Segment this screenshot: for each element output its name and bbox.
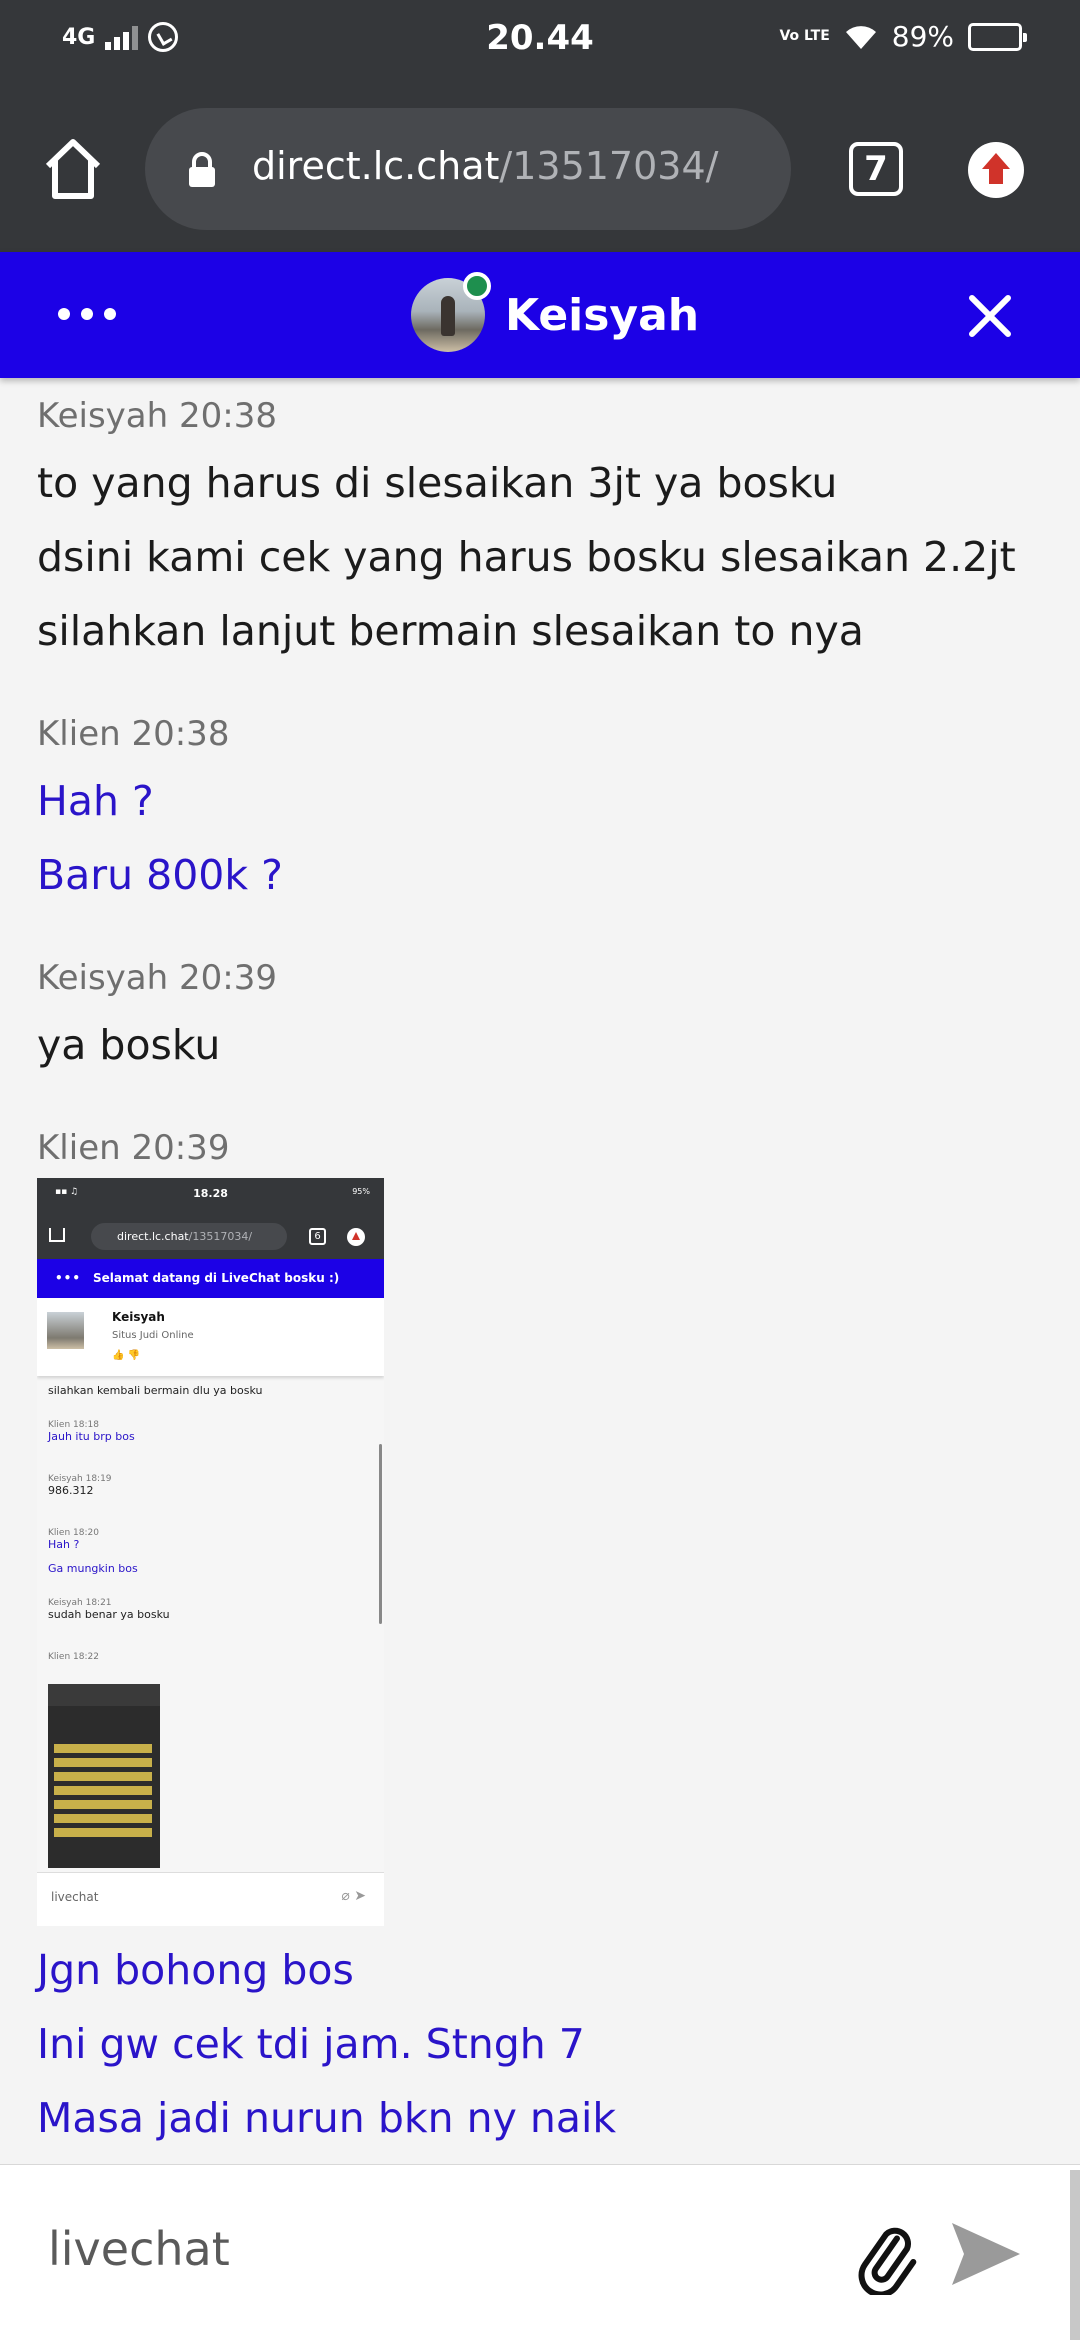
- attachment-tab-count: 6: [309, 1228, 326, 1245]
- message-input[interactable]: livechat: [48, 2209, 828, 2289]
- address-bar[interactable]: direct.lc.chat/13517034/: [145, 108, 791, 230]
- image-attachment[interactable]: ▪▪ ♫ 18.28 95% direct.lc.chat/13517034/ …: [37, 1178, 384, 1926]
- message-composer: livechat: [0, 2164, 1080, 2340]
- attachment-row: Klien 18:20 Hah ?: [48, 1528, 99, 1551]
- message-meta: Klien 20:38: [37, 714, 230, 754]
- attachment-message-list: silahkan kembali bermain dlu ya bosku Kl…: [37, 1376, 384, 1868]
- attachment-agent-subtitle: Situs Judi Online: [112, 1330, 194, 1341]
- message-text: to yang harus di slesaikan 3jt ya bosku: [37, 459, 838, 507]
- chat-header: Keisyah: [0, 252, 1080, 378]
- attachment-row-text: silahkan kembali bermain dlu ya bosku: [48, 1384, 263, 1397]
- attachment-nested-image: [48, 1684, 160, 1868]
- message-list: Keisyah 20:38 to yang harus di slesaikan…: [0, 378, 1080, 2164]
- volte-icon: Vo LTE: [779, 28, 830, 44]
- message-text: Hah ?: [37, 777, 154, 825]
- attachment-chat-header: Selamat datang di LiveChat bosku :): [37, 1259, 384, 1298]
- url-path: /13517034/: [499, 144, 719, 188]
- attachment-scrollbar: [379, 1444, 382, 1624]
- attachment-browser-bar: direct.lc.chat/13517034/ 6: [37, 1212, 384, 1259]
- attachment-input-bar: livechat ⌀ ➤: [37, 1872, 384, 1926]
- message-text: dsini kami cek yang harus bosku slesaika…: [37, 533, 1016, 581]
- scrollbar[interactable]: [1070, 2170, 1080, 2340]
- attachment-row-text: 986.312: [48, 1484, 94, 1497]
- url-domain: direct.lc.chat: [252, 144, 500, 188]
- message-group: Klien 20:39: [37, 1118, 229, 1178]
- message-text: silahkan lanjut bermain slesaikan to nya: [37, 607, 864, 655]
- message-meta: Keisyah 20:39: [37, 958, 277, 998]
- attachment-row-text: Hah ?: [48, 1538, 80, 1551]
- agent-name: Keisyah: [505, 289, 700, 341]
- update-icon[interactable]: [968, 142, 1024, 198]
- attachment-url-path: /13517034/: [188, 1230, 253, 1243]
- wifi-icon: [844, 23, 878, 51]
- attachment-row-meta: Klien 18:20: [48, 1528, 99, 1538]
- lock-icon: [187, 152, 217, 188]
- attachment-row: Keisyah 18:21 sudah benar ya bosku: [48, 1598, 170, 1621]
- message-group: Jgn bohong bos Ini gw cek tdi jam. Stngh…: [37, 1933, 616, 2155]
- attachment-row: Ga mungkin bos: [48, 1562, 138, 1575]
- attachment-row-meta: Keisyah 18:21: [48, 1598, 112, 1608]
- tab-switcher-button[interactable]: 7: [849, 142, 903, 196]
- battery-icon: [968, 22, 1027, 51]
- attachment-row-meta: Klien 18:18: [48, 1420, 99, 1430]
- attachment-row-text: Jauh itu brp bos: [48, 1430, 135, 1443]
- attachment-url: direct.lc.chat/13517034/: [91, 1223, 287, 1250]
- browser-toolbar: direct.lc.chat/13517034/ 7: [0, 86, 1080, 252]
- attachment-time: 18.28: [193, 1187, 228, 1200]
- url-text: direct.lc.chat/13517034/: [252, 144, 718, 188]
- attachment-row-meta: Keisyah 18:19: [48, 1474, 112, 1484]
- message-text: Jgn bohong bos: [37, 1946, 354, 1994]
- avatar: [411, 272, 491, 352]
- online-indicator: [463, 272, 491, 300]
- attachment-input-placeholder: livechat: [51, 1890, 99, 1904]
- agent-info: Keisyah: [411, 272, 700, 352]
- attachment-row: Klien 18:18 Jauh itu brp bos: [48, 1420, 135, 1443]
- attachment-icon[interactable]: [846, 2219, 922, 2298]
- message-meta: Keisyah 20:38: [37, 396, 277, 436]
- attachment-avatar: [47, 1312, 84, 1349]
- home-icon[interactable]: [38, 134, 108, 204]
- attachment-agent-name: Keisyah: [112, 1310, 165, 1324]
- message-text: Ini gw cek tdi jam. Stngh 7: [37, 2020, 585, 2068]
- more-menu-icon[interactable]: [58, 308, 116, 320]
- attachment-row: Klien 18:22: [48, 1652, 99, 1662]
- attachment-agent-card: Keisyah Situs Judi Online 👍 👎: [37, 1298, 384, 1376]
- message-text: Masa jadi nurun bkn ny naik: [37, 2094, 617, 2142]
- attachment-home-icon: [49, 1228, 65, 1242]
- attachment-rating-icon: 👍 👎: [112, 1350, 141, 1361]
- status-bar: 4G 20.44 Vo LTE 89%: [0, 0, 1080, 86]
- attachment-row-meta: Klien 18:22: [48, 1652, 99, 1662]
- message-group: Klien 20:38 Hah ? Baru 800k ?: [37, 704, 283, 912]
- message-text: ya bosku: [37, 1021, 221, 1069]
- send-icon[interactable]: [946, 2215, 1024, 2293]
- message-group: Keisyah 20:39 ya bosku: [37, 948, 277, 1082]
- status-right: Vo LTE 89%: [779, 20, 1027, 53]
- attachment-row: silahkan kembali bermain dlu ya bosku: [48, 1384, 263, 1397]
- message-meta: Klien 20:39: [37, 1128, 230, 1168]
- attachment-update-icon: [347, 1228, 365, 1246]
- attachment-battery: 95%: [352, 1187, 370, 1196]
- attachment-row: Keisyah 18:19 986.312: [48, 1474, 112, 1497]
- message-text: Baru 800k ?: [37, 851, 283, 899]
- attachment-status-bar: ▪▪ ♫ 18.28 95%: [37, 1178, 384, 1212]
- attachment-send-icon: ⌀ ➤: [341, 1888, 366, 1904]
- battery-percent: 89%: [891, 20, 954, 53]
- message-group: Keisyah 20:38 to yang harus di slesaikan…: [37, 386, 1016, 668]
- attachment-url-domain: direct.lc.chat: [117, 1230, 189, 1243]
- attachment-row-text: sudah benar ya bosku: [48, 1608, 170, 1621]
- close-icon[interactable]: [966, 292, 1014, 340]
- attachment-row-text: Ga mungkin bos: [48, 1562, 138, 1575]
